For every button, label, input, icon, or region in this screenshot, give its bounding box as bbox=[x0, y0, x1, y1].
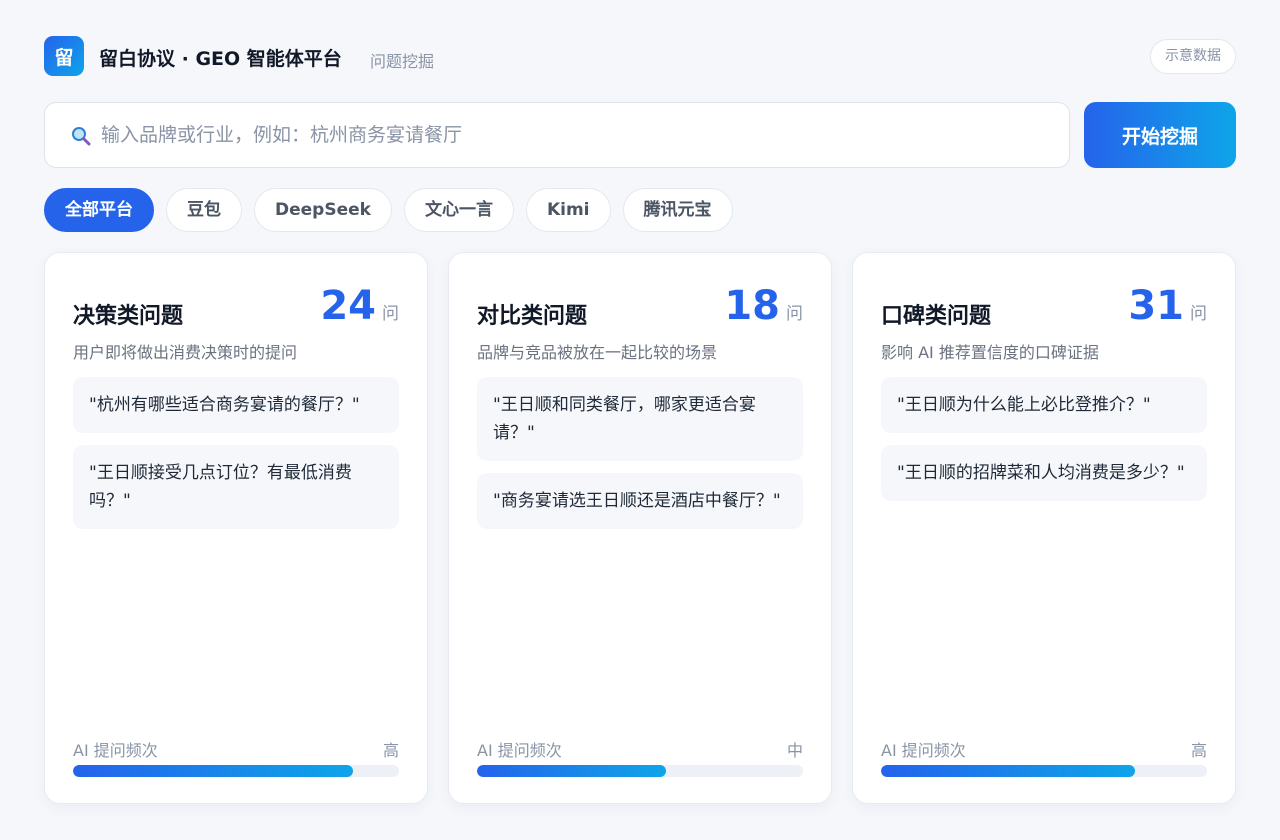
count-unit: 问 bbox=[1190, 304, 1207, 324]
search-icon bbox=[72, 127, 91, 146]
tab-wenxin[interactable]: 文心一言 bbox=[403, 188, 514, 232]
question-item[interactable]: "王日顺的招牌菜和人均消费是多少？" bbox=[881, 445, 1207, 501]
tab-kimi[interactable]: Kimi bbox=[525, 188, 611, 232]
frequency-bar bbox=[881, 765, 1207, 777]
frequency-bar-fill bbox=[477, 765, 667, 777]
tab-deepseek[interactable]: DeepSeek bbox=[254, 188, 392, 232]
question-item[interactable]: "杭州有哪些适合商务宴请的餐厅？" bbox=[73, 377, 399, 433]
frequency-label: AI 提问频次 bbox=[881, 741, 966, 760]
frequency-bar-fill bbox=[881, 765, 1136, 777]
card-description: 影响 AI 推荐置信度的口碑证据 bbox=[881, 343, 1099, 362]
platform-tabs: 全部平台 豆包 DeepSeek 文心一言 Kimi 腾讯元宝 bbox=[44, 188, 733, 232]
app-title: 留白协议 · GEO 智能体平台 bbox=[99, 48, 342, 70]
question-item[interactable]: "王日顺接受几点订位？有最低消费吗？" bbox=[73, 445, 399, 529]
question-item[interactable]: "商务宴请选王日顺还是酒店中餐厅？" bbox=[477, 473, 803, 529]
frequency-label: AI 提问频次 bbox=[477, 741, 562, 760]
question-count: 31 问 bbox=[1128, 283, 1207, 329]
question-list: "王日顺和同类餐厅，哪家更适合宴请？" "商务宴请选王日顺还是酒店中餐厅？" bbox=[477, 377, 803, 541]
demo-data-badge: 示意数据 bbox=[1150, 39, 1236, 74]
frequency-bar bbox=[73, 765, 399, 777]
question-item[interactable]: "王日顺为什么能上必比登推介？" bbox=[881, 377, 1207, 433]
frequency-bar-fill bbox=[73, 765, 354, 777]
frequency-bar bbox=[477, 765, 803, 777]
page-subtitle: 问题挖掘 bbox=[370, 52, 435, 71]
count-unit: 问 bbox=[382, 304, 399, 324]
count-number: 24 bbox=[320, 283, 376, 329]
frequency-level: 高 bbox=[382, 741, 399, 760]
question-count: 18 问 bbox=[724, 283, 803, 329]
count-number: 18 bbox=[724, 283, 780, 329]
card-description: 品牌与竞品被放在一起比较的场景 bbox=[477, 343, 718, 362]
card-description: 用户即将做出消费决策时的提问 bbox=[73, 343, 298, 362]
question-count: 24 问 bbox=[320, 283, 399, 329]
tab-all-platforms[interactable]: 全部平台 bbox=[44, 188, 154, 232]
frequency-level: 高 bbox=[1190, 741, 1207, 760]
frequency-level: 中 bbox=[786, 741, 803, 760]
question-card-reputation: 口碑类问题 31 问 影响 AI 推荐置信度的口碑证据 "王日顺为什么能上必比登… bbox=[852, 252, 1236, 804]
question-card-decision: 决策类问题 24 问 用户即将做出消费决策时的提问 "杭州有哪些适合商务宴请的餐… bbox=[44, 252, 428, 804]
frequency-label: AI 提问频次 bbox=[73, 741, 158, 760]
question-card-comparison: 对比类问题 18 问 品牌与竞品被放在一起比较的场景 "王日顺和同类餐厅，哪家更… bbox=[448, 252, 832, 804]
search-input[interactable] bbox=[101, 103, 1041, 167]
header: 留 留白协议 · GEO 智能体平台 问题挖掘 示意数据 bbox=[44, 36, 1236, 76]
search-box bbox=[44, 102, 1070, 168]
card-title: 对比类问题 bbox=[477, 304, 588, 329]
question-item[interactable]: "王日顺和同类餐厅，哪家更适合宴请？" bbox=[477, 377, 803, 461]
tab-tencent-yuanbao[interactable]: 腾讯元宝 bbox=[622, 188, 733, 232]
tab-doubao[interactable]: 豆包 bbox=[166, 188, 242, 232]
app-logo: 留 bbox=[44, 36, 84, 76]
question-list: "王日顺为什么能上必比登推介？" "王日顺的招牌菜和人均消费是多少？" bbox=[881, 377, 1207, 513]
count-number: 31 bbox=[1128, 283, 1184, 329]
card-title: 决策类问题 bbox=[73, 304, 184, 329]
count-unit: 问 bbox=[786, 304, 803, 324]
card-title: 口碑类问题 bbox=[881, 304, 992, 329]
start-mining-button[interactable]: 开始挖掘 bbox=[1084, 102, 1236, 168]
question-list: "杭州有哪些适合商务宴请的餐厅？" "王日顺接受几点订位？有最低消费吗？" bbox=[73, 377, 399, 541]
